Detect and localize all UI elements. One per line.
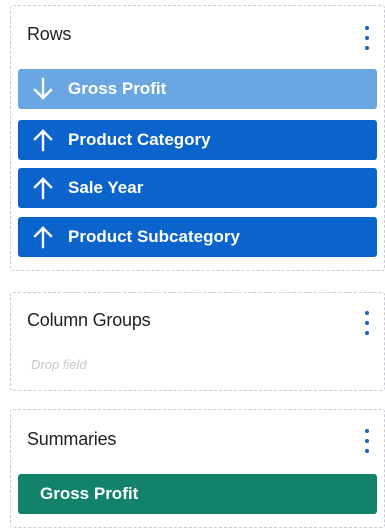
row-field-product-category[interactable]: Product Category (18, 120, 377, 160)
summary-field-gross-profit[interactable]: Gross Profit (18, 474, 377, 514)
summary-field-label: Gross Profit (40, 484, 139, 503)
arrow-down-icon[interactable] (30, 76, 56, 102)
rows-menu-icon[interactable] (364, 26, 370, 50)
rows-title: Rows (27, 24, 72, 44)
arrow-up-icon[interactable] (30, 224, 56, 250)
arrow-up-icon[interactable] (30, 175, 56, 201)
row-field-product-subcategory[interactable]: Product Subcategory (18, 217, 377, 257)
column-groups-title: Column Groups (27, 310, 151, 330)
column-groups-menu-icon[interactable] (364, 311, 370, 335)
summaries-menu-icon[interactable] (364, 429, 370, 453)
drop-field-placeholder: Drop field (31, 357, 87, 372)
rows-panel: Rows Gross Profit Product Category Sale … (10, 5, 385, 271)
row-field-label: Gross Profit (68, 79, 167, 98)
row-field-label: Product Category (68, 130, 211, 149)
row-field-sale-year[interactable]: Sale Year (18, 168, 377, 208)
row-field-label: Product Subcategory (68, 227, 240, 246)
summaries-panel: Summaries Gross Profit (10, 409, 385, 528)
summaries-title: Summaries (27, 429, 117, 449)
row-field-gross-profit[interactable]: Gross Profit (18, 69, 377, 109)
column-groups-panel[interactable]: Column Groups Drop field (10, 292, 385, 391)
arrow-up-icon[interactable] (30, 127, 56, 153)
row-field-label: Sale Year (68, 178, 144, 197)
